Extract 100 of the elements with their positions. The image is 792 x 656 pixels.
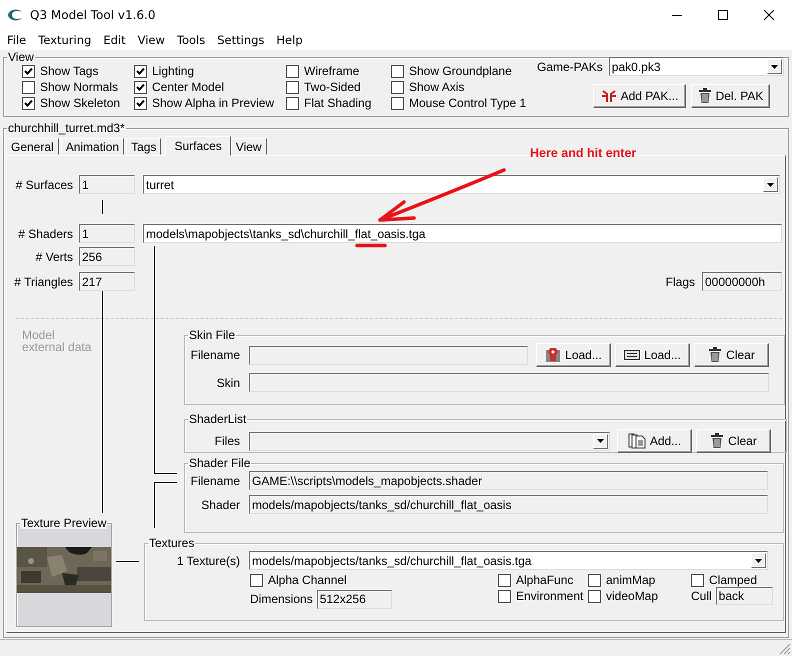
checkbox[interactable] (134, 64, 147, 78)
triangles-field[interactable]: 217 (79, 272, 135, 291)
files-dropdown[interactable] (249, 432, 610, 450)
checkbox[interactable] (691, 574, 704, 586)
field-label: Files (214, 434, 240, 448)
tab[interactable]: General (6, 138, 59, 155)
checkbox[interactable] (588, 590, 601, 602)
checkbox-label: Flat Shading (304, 96, 372, 110)
menu-item[interactable]: Edit (97, 33, 132, 47)
checkbox-label: Center Model (152, 80, 224, 94)
tab[interactable]: Tags (126, 138, 162, 155)
clear-button[interactable]: Clear (694, 343, 769, 367)
texture-dropdown[interactable]: models/mapobjects/tanks_sd/churchill_flat_oasis.tga (249, 551, 768, 570)
checkbox-label: AlphaFunc (516, 573, 574, 587)
field-label: # Shaders (17, 226, 73, 240)
field-label: Filename (190, 474, 240, 488)
shirt-icon (545, 347, 562, 363)
group-title: Textures (148, 537, 196, 549)
field-label: Filename (190, 348, 240, 362)
external-data-note: Model external data (22, 329, 92, 353)
checkbox[interactable] (22, 80, 35, 94)
verts-field[interactable]: 256 (79, 247, 135, 266)
checkbox[interactable] (588, 574, 601, 586)
checkbox[interactable] (498, 574, 511, 586)
resize-grip-icon[interactable] (779, 643, 791, 655)
checkbox[interactable] (391, 96, 404, 110)
checkbox[interactable] (22, 96, 35, 110)
dropdown-arrow-icon (770, 64, 778, 68)
group-title: churchhill_turret.md3* (7, 122, 126, 134)
shaders-count-field[interactable]: 1 (79, 224, 135, 243)
checkbox-label: Environment (516, 589, 584, 603)
group-title: Shader File (188, 457, 252, 469)
underline-mark (355, 243, 387, 248)
shader-field[interactable]: models/mapobjects/tanks_sd/churchill_flat_oasis (249, 495, 768, 514)
clear-button[interactable]: Clear (696, 429, 771, 453)
menu-item[interactable]: File (1, 33, 32, 47)
checkbox-label: Show Axis (409, 80, 464, 94)
add-pak-button[interactable]: Add PAK... (593, 84, 686, 108)
close-icon (764, 10, 774, 20)
annotation-text: Here and hit enter (530, 146, 636, 160)
trash-icon (708, 347, 722, 363)
add-pak-icon (600, 89, 617, 103)
field-label: # Verts (34, 250, 73, 264)
documents-icon (628, 433, 646, 449)
window-title: Q3 Model Tool v1.6.0 (30, 8, 156, 22)
surfaces-count-field[interactable]: 1 (79, 175, 135, 194)
checkbox[interactable] (498, 590, 511, 602)
checkbox-label: Clamped (709, 573, 758, 587)
shader-filename-field[interactable]: GAME:\\scripts\models_mapobjects.shader (249, 471, 768, 490)
menu-item[interactable]: Settings (211, 33, 270, 47)
checkbox[interactable] (391, 64, 404, 78)
dropdown-arrow-icon (597, 439, 604, 443)
checkbox-label: Alpha Channel (268, 573, 347, 587)
connector-line (116, 561, 139, 562)
connector-line (102, 200, 103, 214)
game-paks-label: Game-PAKs (537, 60, 603, 74)
tab[interactable]: Surfaces (165, 136, 231, 156)
menu-item[interactable]: Help (270, 33, 309, 47)
checkbox-label: Wireframe (304, 64, 360, 78)
checkbox[interactable] (286, 64, 299, 78)
checkbox-label: Show Skeleton (40, 96, 120, 110)
field-label: Shader (200, 498, 240, 512)
delete-pak-button[interactable]: Del. PAK (691, 84, 770, 108)
load-text-button[interactable]: Load... (615, 343, 690, 367)
menu-item[interactable]: View (132, 33, 171, 47)
group-title: View (7, 51, 35, 63)
checkbox-label: Mouse Control Type 1 (409, 96, 526, 110)
load-skin-button[interactable]: Load... (536, 343, 611, 367)
surface-dropdown[interactable]: turret (143, 175, 780, 194)
checkbox[interactable] (391, 80, 404, 94)
checkbox[interactable] (22, 64, 35, 78)
tab[interactable]: Animation (60, 138, 124, 155)
dropdown-arrow-icon (755, 558, 762, 562)
field-label: Skin (216, 376, 240, 390)
dimensions-field[interactable]: 512x256 (316, 590, 392, 608)
trash-icon (698, 88, 712, 104)
checkbox[interactable] (134, 80, 147, 94)
tab[interactable]: View (230, 138, 267, 155)
pak-dropdown[interactable]: pak0.pk3 (608, 57, 784, 76)
group-title: ShaderList (188, 413, 248, 425)
checkbox-label: videoMap (606, 589, 658, 603)
checkbox-label: animMap (606, 573, 656, 587)
checkbox-label: Show Tags (40, 64, 98, 78)
shader-name-field[interactable]: models\mapobjects\tanks_sd\churchill_flat_oasis.tga (143, 224, 782, 243)
dropdown-arrow-icon (767, 182, 774, 186)
trash-icon (710, 433, 724, 449)
group-title: Skin File (188, 329, 236, 341)
checkbox-label: Two-Sided (304, 80, 361, 94)
menu-item[interactable]: Texturing (32, 33, 98, 47)
checkbox[interactable] (286, 80, 299, 94)
menu-item[interactable]: Tools (170, 33, 212, 47)
add-button[interactable]: Add... (617, 429, 692, 453)
flags-field[interactable]: 00000000h (702, 272, 782, 291)
checkbox[interactable] (286, 96, 299, 110)
checkbox[interactable] (250, 574, 263, 586)
checkbox[interactable] (134, 96, 147, 110)
field-label: Dimensions (250, 592, 313, 606)
cull-field[interactable]: back (716, 587, 773, 605)
group-title: Texture Preview (20, 517, 108, 529)
checkbox-label: Lighting (152, 64, 194, 78)
